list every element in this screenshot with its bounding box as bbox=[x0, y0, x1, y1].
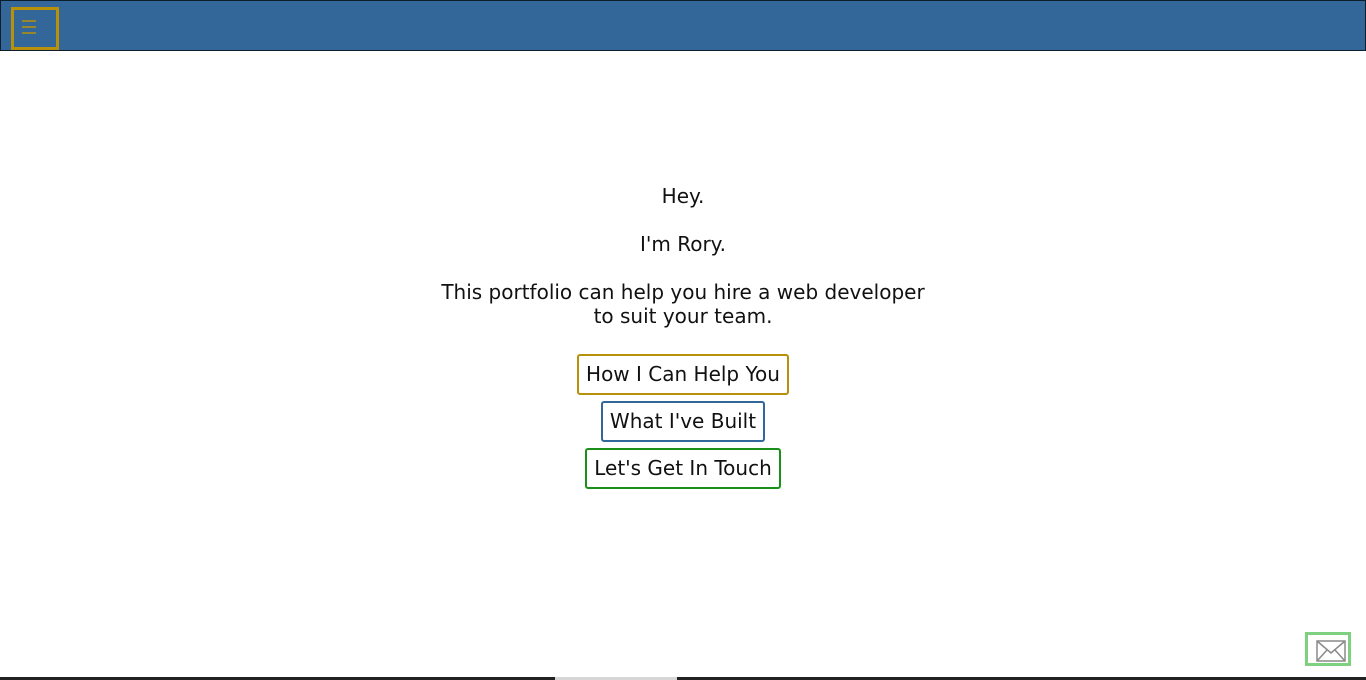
contact-mail-button[interactable] bbox=[1305, 632, 1351, 666]
hamburger-menu-icon bbox=[22, 20, 36, 34]
portfolio-page: Hey. I'm Rory. This portfolio can help y… bbox=[0, 0, 1366, 680]
top-navigation-bar bbox=[0, 0, 1366, 51]
greeting-text: Hey. bbox=[661, 184, 705, 208]
get-in-touch-button[interactable]: Let's Get In Touch bbox=[585, 448, 781, 489]
envelope-icon bbox=[1316, 640, 1346, 662]
pitch-line-1: This portfolio can help you hire a web d… bbox=[441, 280, 925, 304]
intro-text: I'm Rory. bbox=[639, 232, 727, 256]
pitch-text: This portfolio can help you hire a web d… bbox=[433, 280, 933, 328]
hero-section: Hey. I'm Rory. This portfolio can help y… bbox=[0, 184, 1366, 328]
menu-button[interactable] bbox=[11, 7, 59, 50]
pitch-line-2: to suit your team. bbox=[593, 304, 773, 328]
call-to-action-group: How I Can Help You What I've Built Let's… bbox=[0, 354, 1366, 495]
what-ive-built-button[interactable]: What I've Built bbox=[600, 401, 766, 442]
how-i-can-help-button[interactable]: How I Can Help You bbox=[577, 354, 789, 395]
